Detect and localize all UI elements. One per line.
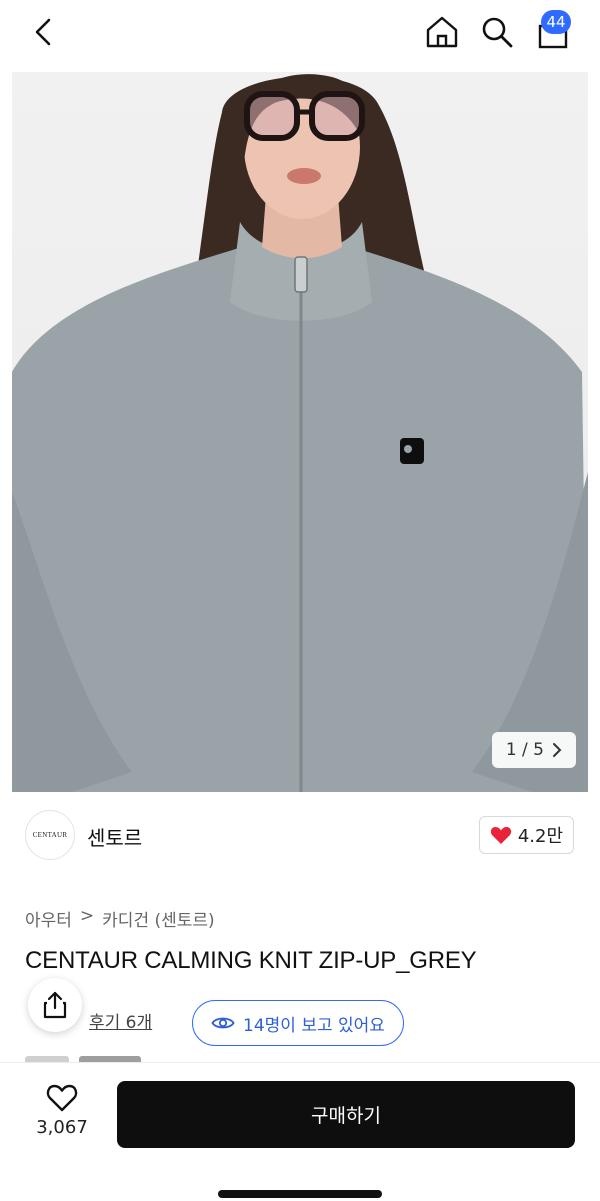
home-icon [426, 16, 458, 48]
back-icon [35, 18, 51, 46]
brand-logo-text: CENTAUR [32, 831, 68, 839]
breadcrumb: 아우터 > 카디건 (센토르) [25, 906, 215, 931]
brand-like-button[interactable]: 4.2만 [478, 816, 574, 854]
back-button[interactable] [24, 12, 64, 52]
heart-outline-icon [46, 1084, 78, 1112]
wishlist-button[interactable]: 3,067 [30, 1083, 94, 1138]
cart-count-badge: 44 [541, 10, 571, 34]
reviews-link[interactable]: 후기 6개 [89, 1008, 152, 1033]
breadcrumb-item-outer[interactable]: 아우터 [25, 906, 72, 931]
share-icon [43, 991, 67, 1019]
image-counter-text: 1 / 5 [505, 740, 544, 760]
product-image-gallery[interactable]: 1 / 5 [12, 72, 588, 792]
viewers-badge: 14명이 보고 있어요 [192, 1000, 404, 1046]
buy-button[interactable]: 구매하기 [117, 1081, 575, 1148]
heart-filled-icon [490, 827, 511, 844]
image-counter[interactable]: 1 / 5 [491, 732, 576, 768]
breadcrumb-separator: > [79, 906, 95, 926]
breadcrumb-item-cardigan[interactable]: 카디건 (센토르) [102, 906, 215, 931]
bottom-action-bar: 3,067 구매하기 [0, 1062, 600, 1201]
top-navigation: 44 [0, 0, 600, 70]
chevron-right-icon [553, 743, 562, 757]
eye-icon [211, 1017, 235, 1029]
brand-row: CENTAUR 센토르 4.2만 [0, 800, 600, 870]
brand-like-count: 4.2만 [517, 826, 563, 847]
product-title: CENTAUR CALMING KNIT ZIP-UP_GREY [25, 947, 477, 974]
brand-name[interactable]: 센토르 [87, 822, 142, 851]
home-indicator [218, 1190, 382, 1198]
home-button[interactable] [422, 12, 462, 52]
wishlist-count: 3,067 [36, 1117, 88, 1138]
search-icon [482, 17, 513, 48]
search-button[interactable] [477, 12, 517, 52]
share-button[interactable] [28, 978, 82, 1032]
viewers-text: 14명이 보고 있어요 [243, 1015, 385, 1036]
product-photo [12, 74, 588, 792]
brand-logo[interactable]: CENTAUR [25, 810, 75, 860]
